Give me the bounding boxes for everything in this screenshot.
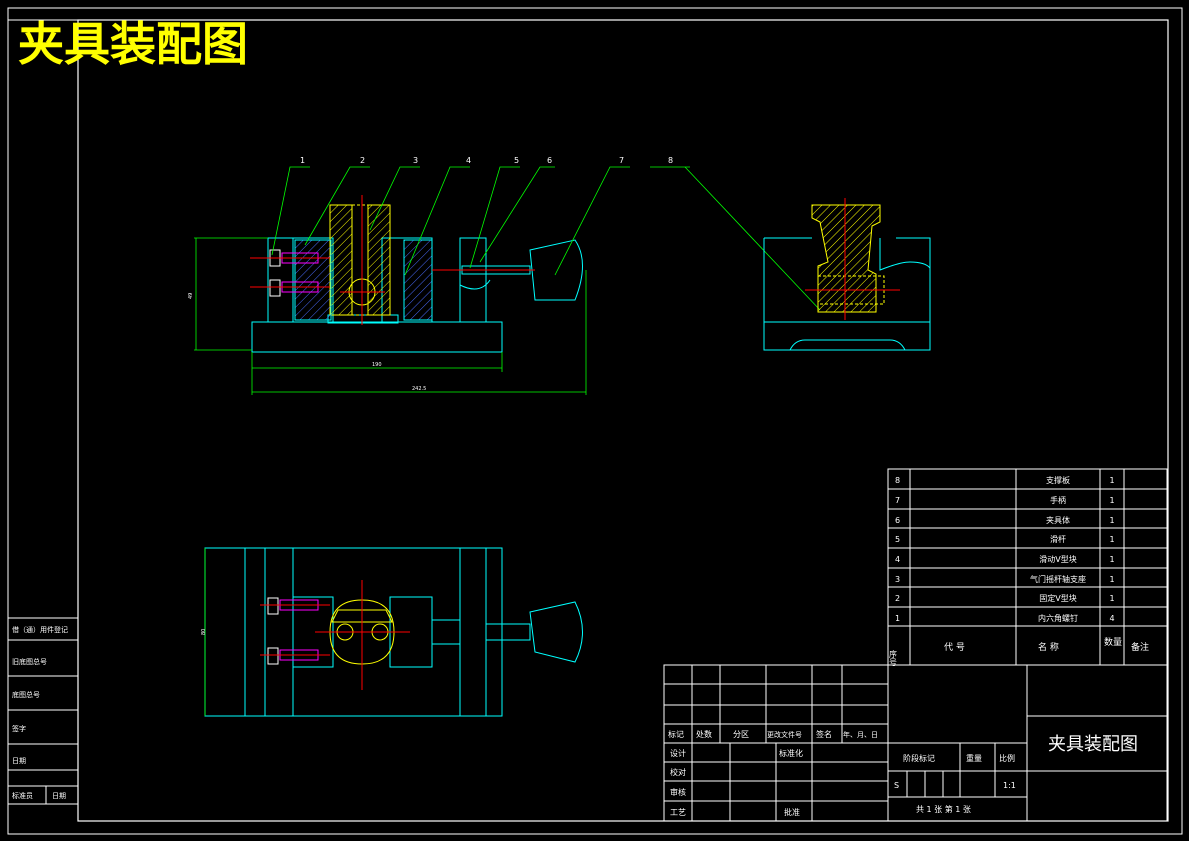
bom-name: 固定V型块	[1039, 593, 1076, 603]
outer-frame	[7, 7, 1183, 835]
rev-header: 标记	[668, 729, 684, 739]
bom-seq: 5	[895, 535, 900, 544]
role-process: 工艺	[670, 808, 686, 817]
balloon-2: 2	[360, 156, 365, 165]
rev-header: 年、月、日	[843, 730, 878, 739]
left-strip-label: 标准员	[12, 791, 33, 800]
balloon-7: 7	[619, 156, 624, 165]
dim-width-plan: 80	[201, 629, 207, 635]
side-section-hatch	[811, 204, 885, 313]
left-strip-label: 底图总号	[12, 690, 40, 699]
dim-height: 49	[188, 293, 194, 299]
bom-qty: 1	[1109, 555, 1114, 564]
bom-seq: 1	[895, 614, 900, 623]
assembly-drawing: 夹具装配图 借（通）用件登记 旧底图总号 底图总号 签字 日期 标准员 日期 4…	[7, 7, 1183, 835]
stage-value: S	[894, 781, 899, 790]
sheet-count: 共 1 张 第 1 张	[916, 804, 971, 814]
balloon-8: 8	[668, 156, 673, 165]
bom-seq: 7	[895, 496, 900, 505]
bom-header-code: 代 号	[944, 642, 965, 653]
role-design: 设计	[670, 748, 686, 758]
bom-seq: 3	[895, 575, 900, 584]
rev-header: 签名	[816, 729, 832, 739]
bom-seq: 2	[895, 594, 900, 603]
left-strip-label: 签字	[12, 724, 26, 733]
role-review: 审核	[670, 787, 686, 797]
standardization-label: 标准化	[779, 748, 803, 758]
bom-header-name: 名 称	[1038, 641, 1059, 653]
left-strip-label: 日期	[52, 792, 66, 800]
weight-label: 重量	[966, 753, 982, 763]
bom-seq: 4	[895, 555, 900, 564]
rev-header: 分区	[733, 730, 749, 739]
role-check: 校对	[670, 767, 686, 777]
bom-name: 支撑板	[1046, 475, 1070, 485]
left-strip-label: 日期	[12, 757, 26, 765]
bom-qty: 1	[1109, 535, 1114, 544]
bom-qty: 1	[1109, 476, 1114, 485]
bom-name: 夹具体	[1046, 515, 1070, 525]
bom-name: 滑动V型块	[1039, 554, 1076, 564]
bom-header-note: 备注	[1131, 641, 1149, 653]
bom-qty: 4	[1109, 614, 1114, 623]
rev-header: 处数	[696, 729, 712, 739]
bom-seq: 8	[895, 476, 900, 485]
dim-length-total: 242.5	[412, 386, 426, 392]
dim-length-base: 190	[372, 362, 382, 368]
front-section-hatch	[329, 204, 391, 316]
bom-seq: 6	[895, 516, 900, 525]
left-strip-label: 旧底图总号	[12, 657, 47, 666]
bom-qty: 1	[1109, 575, 1114, 584]
bom-qty: 1	[1109, 496, 1114, 505]
title-block-drawing-name: 夹具装配图	[1048, 734, 1138, 755]
scale-label: 比例	[999, 753, 1015, 763]
inner-frame	[77, 19, 1169, 822]
balloon-1: 1	[300, 156, 305, 165]
bom-name: 气门摇杆轴支座	[1030, 574, 1086, 584]
drawing-title: 夹具装配图	[18, 17, 248, 71]
balloon-5: 5	[514, 156, 519, 165]
bom-header-seq: 序号	[889, 649, 898, 667]
stage-mark-label: 阶段标记	[903, 753, 935, 763]
left-register-strip	[8, 617, 78, 805]
bom-name: 内六角螺钉	[1038, 613, 1078, 623]
scale-value: 1:1	[1003, 781, 1016, 790]
bom-table	[887, 468, 1168, 666]
bom-header-qty: 数量	[1104, 636, 1122, 648]
front-block-hatch	[294, 239, 433, 321]
approval-label: 批准	[784, 807, 800, 817]
balloon-4: 4	[466, 156, 471, 165]
bom-qty: 1	[1109, 516, 1114, 525]
bom-name: 滑杆	[1050, 534, 1066, 544]
left-strip-label: 借（通）用件登记	[12, 625, 68, 634]
balloon-3: 3	[413, 156, 418, 165]
balloon-6: 6	[547, 156, 552, 165]
bom-name: 手柄	[1050, 495, 1066, 505]
balloon-leaders	[271, 166, 821, 311]
rev-header: 更改文件号	[767, 730, 802, 739]
bom-qty: 1	[1109, 594, 1114, 603]
